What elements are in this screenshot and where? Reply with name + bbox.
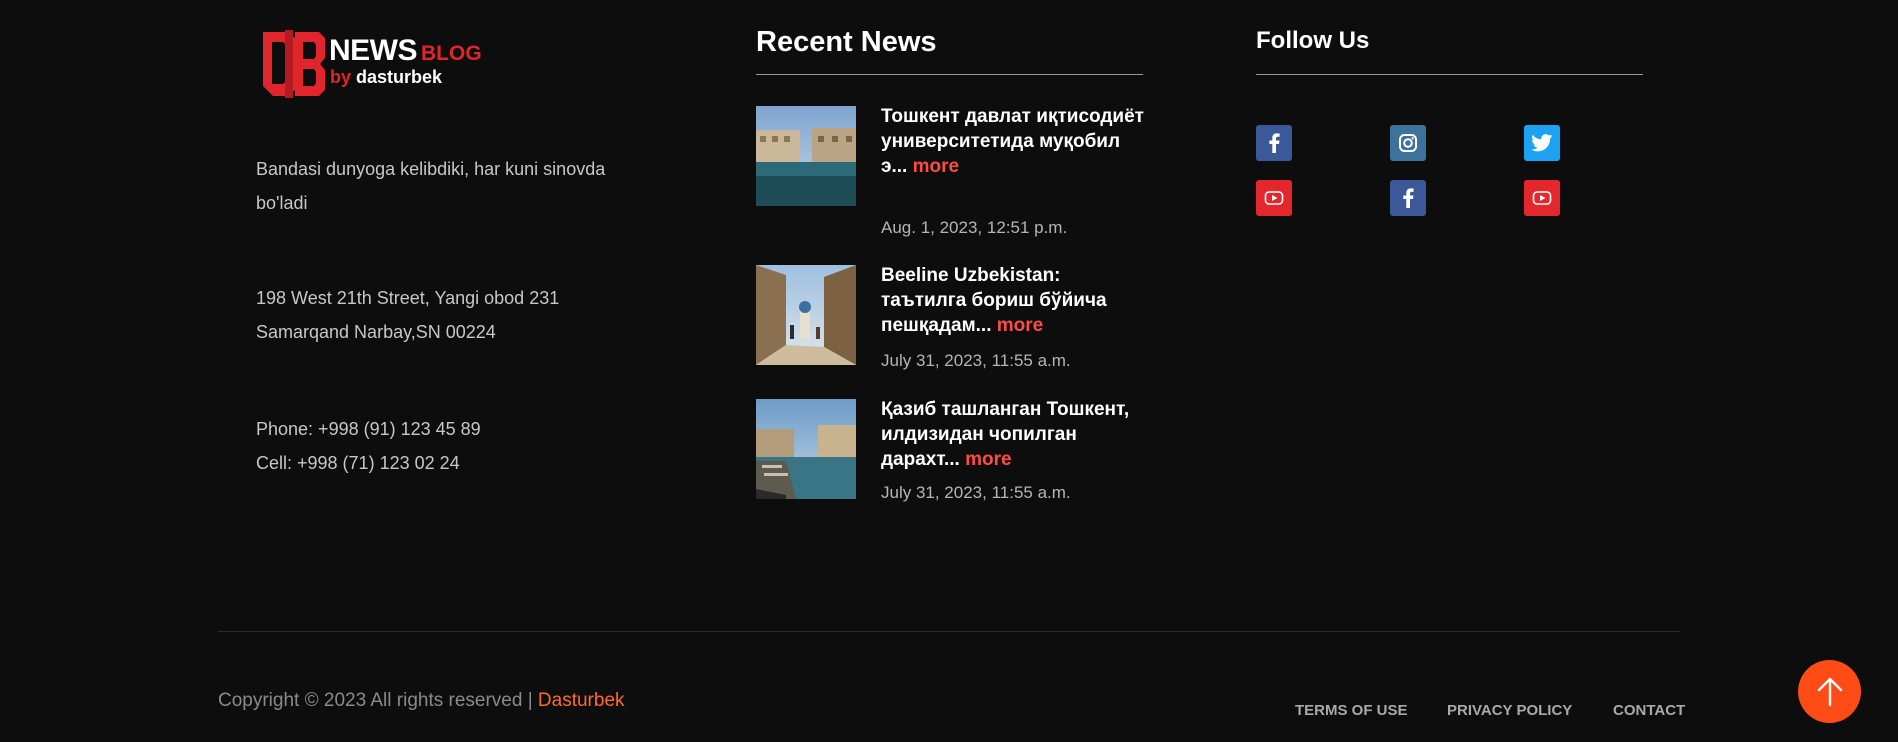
facebook-button[interactable]: [1256, 125, 1292, 161]
logo-blog-text: BLOG: [421, 42, 482, 65]
follow-us-divider: [1256, 74, 1643, 75]
site-logo[interactable]: NEWS BLOG by dasturbek: [259, 28, 482, 100]
news-title-text[interactable]: Beeline Uzbekistan: таътилга бориш бўйич…: [881, 265, 1107, 336]
recent-news-title: Recent News: [756, 26, 937, 58]
news-more-link[interactable]: more: [913, 156, 959, 177]
youtube-icon: [1532, 191, 1552, 205]
footer-divider: [218, 631, 1680, 632]
news-thumbnail[interactable]: [756, 106, 856, 206]
youtube-button[interactable]: [1524, 180, 1560, 216]
news-item[interactable]: Қазиб ташланган Тошкент, илдизидан чопил…: [756, 399, 1146, 509]
facebook-icon: [1403, 188, 1414, 208]
logo-by-text: by: [330, 67, 352, 87]
youtube-button[interactable]: [1256, 180, 1292, 216]
news-title[interactable]: Тошкент давлат иқтисодиёт университетида…: [881, 104, 1146, 179]
news-date: July 31, 2023, 11:55 a.m.: [881, 351, 1071, 370]
contact-link[interactable]: CONTACT: [1613, 702, 1685, 719]
news-thumbnail[interactable]: [756, 265, 856, 365]
phone-number: Phone: +998 (91) 123 45 89: [256, 419, 481, 439]
terms-of-use-link[interactable]: TERMS OF USE: [1295, 702, 1408, 719]
news-date: Aug. 1, 2023, 12:51 p.m.: [881, 218, 1068, 237]
instagram-icon: [1399, 134, 1417, 152]
scroll-to-top-button[interactable]: [1798, 660, 1861, 723]
news-item[interactable]: Тошкент давлат иқтисодиёт университетида…: [756, 104, 1146, 237]
logo-author-text: dasturbek: [356, 67, 443, 87]
logo-mark-icon: [263, 30, 325, 98]
news-item[interactable]: Beeline Uzbekistan: таътилга бориш бўйич…: [756, 265, 1146, 375]
logo-news-text: NEWS: [329, 34, 418, 67]
address-line-2: Samarqand Narbay,SN 00224: [256, 322, 496, 342]
twitter-icon: [1531, 134, 1553, 152]
news-thumbnail[interactable]: [756, 399, 856, 499]
facebook-icon: [1269, 133, 1280, 153]
follow-us-title: Follow Us: [1256, 27, 1370, 54]
news-title[interactable]: Қазиб ташланган Тошкент, илдизидан чопил…: [881, 397, 1146, 472]
facebook-button[interactable]: [1390, 180, 1426, 216]
logo-byline: by dasturbek: [330, 67, 442, 88]
news-more-link[interactable]: more: [997, 315, 1043, 336]
news-more-link[interactable]: more: [965, 449, 1011, 470]
copyright-brand-link[interactable]: Dasturbek: [538, 690, 625, 711]
copyright-text: Copyright © 2023 All rights reserved |: [218, 690, 538, 711]
recent-news-divider: [756, 74, 1143, 75]
twitter-button[interactable]: [1524, 125, 1560, 161]
news-date: July 31, 2023, 11:55 a.m.: [881, 483, 1071, 502]
privacy-policy-link[interactable]: PRIVACY POLICY: [1447, 702, 1572, 719]
arrow-up-icon: [1817, 677, 1842, 706]
cell-number: Cell: +998 (71) 123 02 24: [256, 453, 460, 473]
copyright: Copyright © 2023 All rights reserved | D…: [218, 690, 625, 712]
address-line-1: 198 West 21th Street, Yangi obod 231: [256, 288, 560, 308]
youtube-icon: [1264, 191, 1284, 205]
instagram-button[interactable]: [1390, 125, 1426, 161]
about-tagline: Bandasi dunyoga kelibdiki, har kuni sino…: [256, 159, 606, 213]
news-title[interactable]: Beeline Uzbekistan: таътилга бориш бўйич…: [881, 263, 1146, 338]
